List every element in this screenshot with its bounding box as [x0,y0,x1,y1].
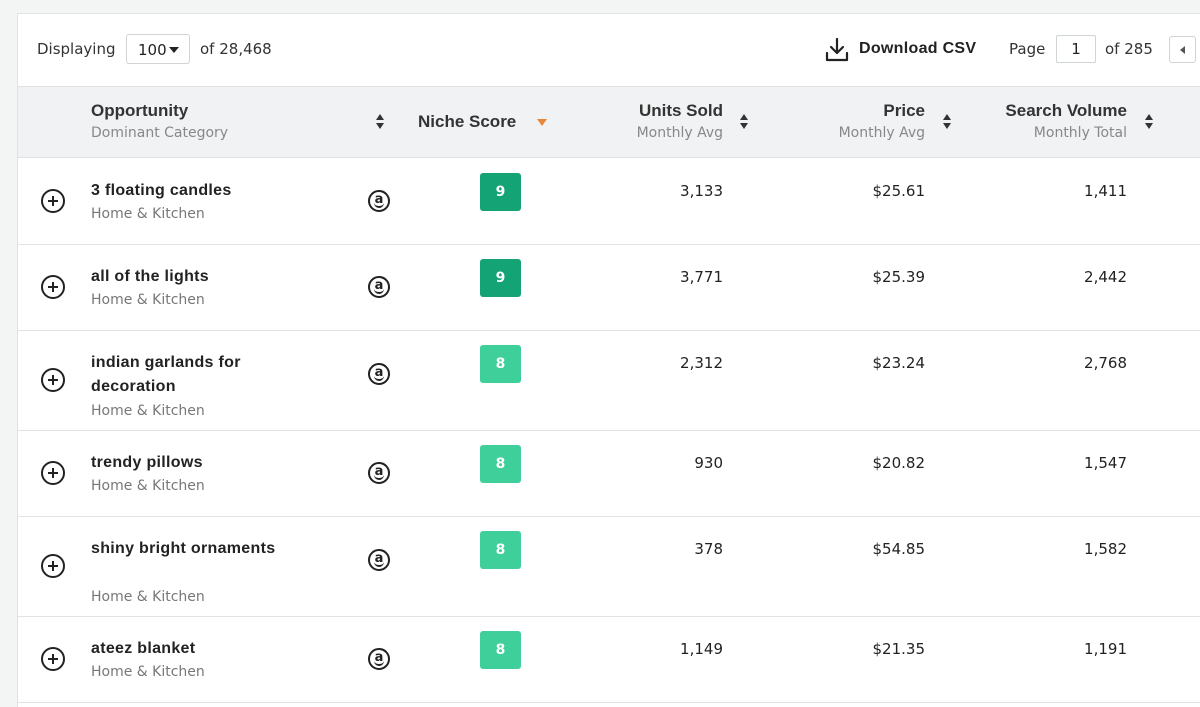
opportunity-category: Home & Kitchen [91,478,205,494]
price-value: $20.82 [872,454,926,472]
col-units-sold-label[interactable]: Units Sold [639,101,723,121]
units-sold-value: 3,771 [680,268,723,286]
units-sold-value: 930 [694,454,723,472]
table-row[interactable]: indian garlands for decoration Home & Ki… [18,331,1200,431]
amazon-icon: a [368,549,390,571]
opportunity-category: Home & Kitchen [91,589,205,605]
search-volume-value: 1,411 [1084,182,1127,200]
units-sold-value: 3,133 [680,182,723,200]
opportunity-name[interactable]: indian garlands for decoration [91,351,291,399]
amazon-icon: a [368,363,390,385]
amazon-icon: a [368,648,390,670]
sort-opportunity-icon[interactable] [376,113,386,131]
previous-page-button[interactable] [1169,36,1196,63]
expand-row-icon[interactable] [41,647,65,671]
niche-score-badge: 9 [480,259,521,297]
expand-row-icon[interactable] [41,368,65,392]
col-niche-score-label[interactable]: Niche Score [418,112,516,132]
download-csv-label: Download CSV [859,40,977,57]
units-sold-value: 378 [694,540,723,558]
opportunity-name[interactable]: shiny bright ornaments [91,537,291,561]
download-csv-button[interactable]: Download CSV [824,36,990,64]
sort-desc-icon[interactable] [537,119,547,126]
page-count-label: of 285 [1105,40,1153,58]
table-header: Opportunity Dominant Category Niche Scor… [18,86,1200,158]
col-units-sold-sub: Monthly Avg [636,125,723,141]
col-opportunity-label[interactable]: Opportunity [91,101,188,121]
per-page-value: 100 [138,41,167,59]
opportunity-name[interactable]: 3 floating candles [91,179,291,203]
col-search-volume-sub: Monthly Total [1033,125,1127,141]
niche-score-badge: 8 [480,345,521,383]
search-volume-value: 2,768 [1084,354,1127,372]
col-opportunity-sub: Dominant Category [91,125,229,141]
table-row[interactable]: trendy pillows Home & Kitchen a 8 930 $2… [18,431,1200,517]
col-search-volume-label[interactable]: Search Volume [1005,101,1127,121]
download-icon [825,37,849,62]
units-sold-value: 1,149 [680,640,723,658]
expand-row-icon[interactable] [41,189,65,213]
search-volume-value: 1,547 [1084,454,1127,472]
table-row[interactable]: shiny bright ornaments Home & Kitchen a … [18,517,1200,617]
expand-row-icon[interactable] [41,275,65,299]
opportunity-category: Home & Kitchen [91,664,205,680]
opportunity-category: Home & Kitchen [91,403,205,419]
per-page-select[interactable]: 100 [126,34,190,64]
amazon-icon: a [368,190,390,212]
expand-row-icon[interactable] [41,554,65,578]
price-value: $25.39 [872,268,926,286]
opportunity-category: Home & Kitchen [91,206,205,222]
search-volume-value: 1,582 [1084,540,1127,558]
opportunity-name[interactable]: all of the lights [91,265,291,289]
amazon-icon: a [368,276,390,298]
sort-price-icon[interactable] [943,113,953,131]
price-value: $21.35 [872,640,926,658]
col-price-sub: Monthly Avg [838,125,925,141]
amazon-icon: a [368,462,390,484]
search-volume-value: 2,442 [1084,268,1127,286]
niche-score-badge: 9 [480,173,521,211]
table-toolbar: Displaying 100 of 28,468 Download CSV Pa… [18,14,1200,86]
displaying-label: Displaying [37,40,116,58]
price-value: $54.85 [872,540,926,558]
previous-page-icon [1180,46,1185,54]
niche-score-badge: 8 [480,531,521,569]
sort-search-volume-icon[interactable] [1145,113,1155,131]
niche-score-badge: 8 [480,631,521,669]
price-value: $23.24 [872,354,926,372]
expand-row-icon[interactable] [41,461,65,485]
opportunity-name[interactable]: trendy pillows [91,451,291,475]
niche-score-badge: 8 [480,445,521,483]
search-volume-value: 1,191 [1084,640,1127,658]
page-number-input[interactable]: 1 [1056,35,1096,63]
table-row[interactable]: 3 floating candles Home & Kitchen a 9 3,… [18,158,1200,245]
total-count-label: of 28,468 [200,40,272,58]
units-sold-value: 2,312 [680,354,723,372]
table-row[interactable]: all of the lights Home & Kitchen a 9 3,7… [18,245,1200,331]
results-panel: Displaying 100 of 28,468 Download CSV Pa… [17,13,1200,707]
opportunity-name[interactable]: ateez blanket [91,637,291,661]
price-value: $25.61 [872,182,926,200]
opportunity-category: Home & Kitchen [91,292,205,308]
sort-units-sold-icon[interactable] [740,113,750,131]
col-price-label[interactable]: Price [883,101,925,121]
page-label: Page [1009,40,1046,58]
table-row[interactable]: ateez blanket Home & Kitchen a 8 1,149 $… [18,617,1200,703]
chevron-down-icon [169,47,179,53]
